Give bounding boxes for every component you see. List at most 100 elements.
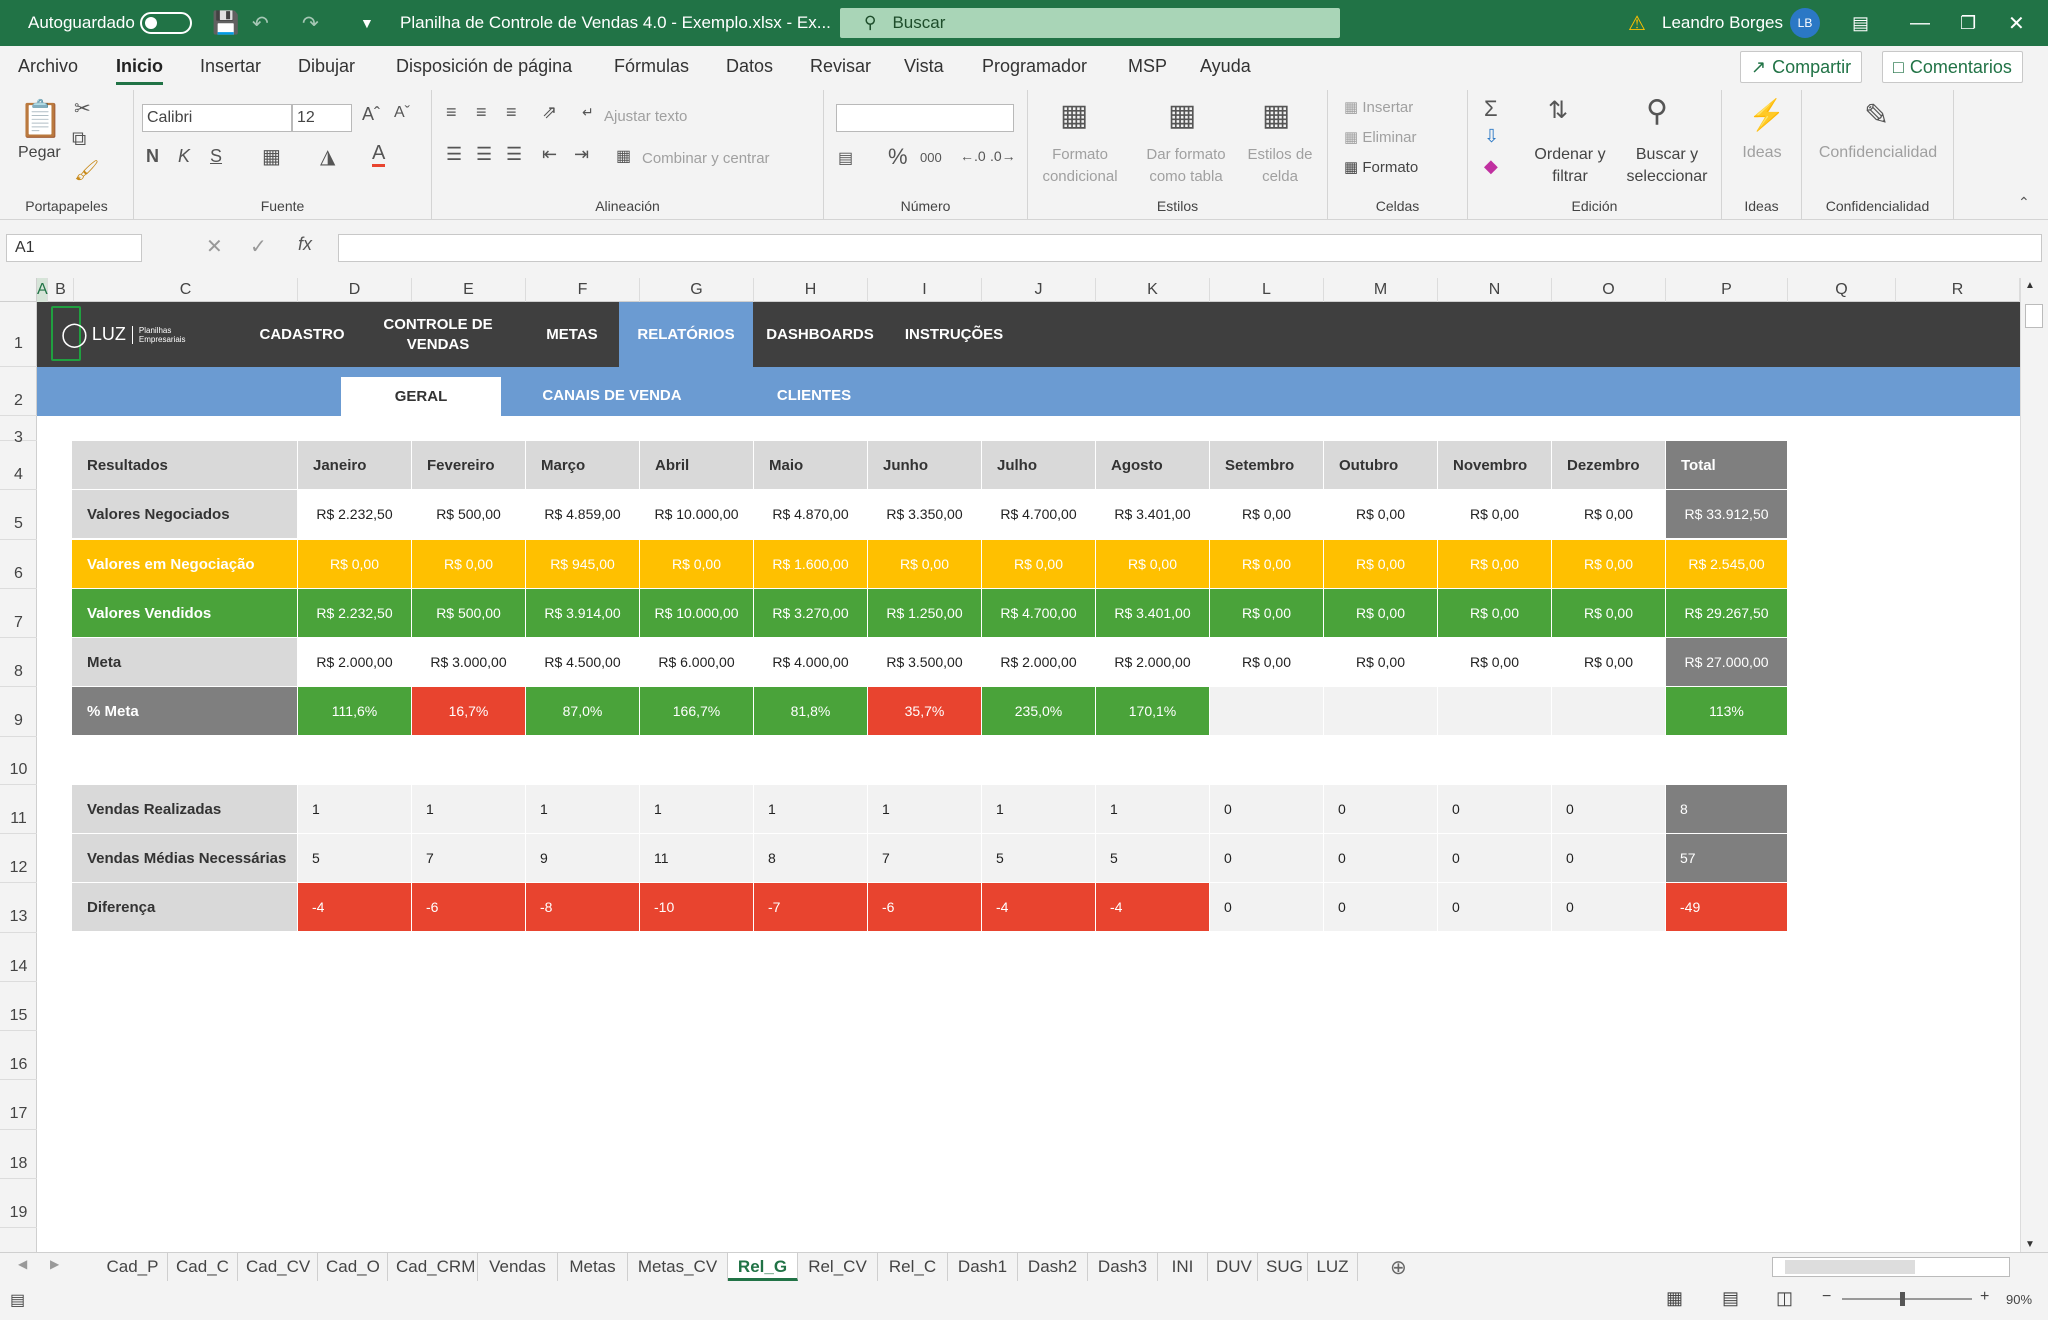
horizontal-scrollbar[interactable] bbox=[1772, 1257, 2010, 1277]
table-cell[interactable]: 81,8% bbox=[754, 687, 868, 736]
column-header[interactable]: O bbox=[1552, 278, 1666, 302]
sheet-tab-cad_crm[interactable]: Cad_CRM bbox=[388, 1253, 478, 1281]
sheet-tab-luz[interactable]: LUZ bbox=[1308, 1253, 1358, 1281]
row-header[interactable]: 17 bbox=[0, 1080, 37, 1130]
scroll-up-icon[interactable]: ▲ bbox=[2025, 280, 2035, 291]
table-cell[interactable]: 35,7% bbox=[868, 687, 982, 736]
sheet-tab-cad_p[interactable]: Cad_P bbox=[98, 1253, 168, 1281]
find-select-icon[interactable]: ⚲ bbox=[1646, 94, 1668, 129]
sheet-tab-sug[interactable]: SUG bbox=[1258, 1253, 1308, 1281]
table-cell[interactable]: 0 bbox=[1438, 834, 1552, 883]
sheet-tab-cad_cv[interactable]: Cad_CV bbox=[238, 1253, 318, 1281]
sheet-tab-cad_o[interactable]: Cad_O bbox=[318, 1253, 388, 1281]
table-cell[interactable]: R$ 0,00 bbox=[1324, 589, 1438, 638]
table-cell[interactable]: R$ 0,00 bbox=[868, 540, 982, 589]
row-header[interactable]: 5 bbox=[0, 490, 37, 540]
cell-styles-button[interactable]: Estilos de celda bbox=[1238, 144, 1322, 188]
paste-button[interactable]: Pegar bbox=[18, 144, 61, 162]
zoom-out-icon[interactable]: − bbox=[1822, 1288, 1831, 1306]
table-cell[interactable]: R$ 3.401,00 bbox=[1096, 589, 1210, 638]
table-header[interactable]: Novembro bbox=[1438, 441, 1552, 490]
table-cell[interactable]: R$ 0,00 bbox=[1552, 638, 1666, 687]
zoom-slider[interactable] bbox=[1842, 1292, 1972, 1306]
table-cell[interactable]: R$ 0,00 bbox=[640, 540, 754, 589]
total-cell[interactable]: -49 bbox=[1666, 883, 1788, 932]
column-header[interactable]: B bbox=[48, 278, 74, 302]
increase-indent-icon[interactable]: ⇥ bbox=[574, 144, 589, 165]
font-family-select[interactable]: Calibri bbox=[142, 104, 292, 132]
table-cell[interactable]: 170,1% bbox=[1096, 687, 1210, 736]
ideas-icon[interactable]: ⚡ bbox=[1748, 98, 1785, 133]
sheet-tab-ini[interactable]: INI bbox=[1158, 1253, 1208, 1281]
sheet-tab-rel_cv[interactable]: Rel_CV bbox=[798, 1253, 878, 1281]
cell-styles-icon[interactable]: ▦ bbox=[1262, 98, 1290, 133]
table-cell[interactable]: 0 bbox=[1324, 785, 1438, 834]
table-cell[interactable] bbox=[1438, 687, 1552, 736]
nav-dashboards[interactable]: DASHBOARDS bbox=[753, 302, 887, 367]
align-right-icon[interactable]: ☰ bbox=[506, 144, 522, 165]
table-cell[interactable]: 0 bbox=[1552, 785, 1666, 834]
decrease-indent-icon[interactable]: ⇤ bbox=[542, 144, 557, 165]
normal-view-icon[interactable]: ▦ bbox=[1666, 1288, 1683, 1309]
total-cell[interactable]: R$ 29.267,50 bbox=[1666, 589, 1788, 638]
table-cell[interactable]: 1 bbox=[412, 785, 526, 834]
table-header[interactable]: Julho bbox=[982, 441, 1096, 490]
row-header[interactable]: 15 bbox=[0, 982, 37, 1031]
name-box[interactable]: A1 bbox=[6, 234, 142, 262]
restore-icon[interactable]: ❐ bbox=[1960, 0, 1976, 46]
table-cell[interactable]: R$ 10.000,00 bbox=[640, 589, 754, 638]
table-cell[interactable]: 1 bbox=[1096, 785, 1210, 834]
insert-function-button[interactable]: fx bbox=[298, 234, 312, 255]
sheet-tab-dash2[interactable]: Dash2 bbox=[1018, 1253, 1088, 1281]
cancel-icon[interactable]: ✕ bbox=[206, 234, 223, 259]
sheet-tab-rel_c[interactable]: Rel_C bbox=[878, 1253, 948, 1281]
table-cell[interactable]: R$ 2.000,00 bbox=[982, 638, 1096, 687]
table-cell[interactable]: 0 bbox=[1210, 834, 1324, 883]
table-cell[interactable]: R$ 500,00 bbox=[412, 490, 526, 539]
table-cell[interactable]: 0 bbox=[1552, 883, 1666, 932]
table-cell[interactable]: R$ 0,00 bbox=[1552, 540, 1666, 589]
table-cell[interactable]: 166,7% bbox=[640, 687, 754, 736]
table-cell[interactable]: 16,7% bbox=[412, 687, 526, 736]
table-header[interactable]: Janeiro bbox=[298, 441, 412, 490]
table-cell[interactable]: -4 bbox=[1096, 883, 1210, 932]
row-label[interactable]: Valores em Negociação bbox=[72, 540, 298, 589]
table-cell[interactable]: R$ 4.700,00 bbox=[982, 490, 1096, 539]
column-header[interactable]: K bbox=[1096, 278, 1210, 302]
thousands-button[interactable]: 000 bbox=[920, 150, 942, 165]
table-cell[interactable]: 1 bbox=[298, 785, 412, 834]
table-cell[interactable]: R$ 0,00 bbox=[412, 540, 526, 589]
row-header[interactable]: 12 bbox=[0, 834, 37, 883]
share-button[interactable]: ↗ Compartir bbox=[1740, 51, 1863, 83]
table-cell[interactable]: 0 bbox=[1210, 883, 1324, 932]
table-cell[interactable]: R$ 0,00 bbox=[1210, 589, 1324, 638]
table-header[interactable]: Agosto bbox=[1096, 441, 1210, 490]
delete-cells-button[interactable]: ▦ Eliminar bbox=[1344, 128, 1417, 146]
align-left-icon[interactable]: ☰ bbox=[446, 144, 462, 165]
sort-filter-button[interactable]: Ordenar y filtrar bbox=[1528, 144, 1612, 188]
table-cell[interactable]: 0 bbox=[1438, 785, 1552, 834]
table-cell[interactable]: 0 bbox=[1210, 785, 1324, 834]
column-header[interactable]: D bbox=[298, 278, 412, 302]
row-header[interactable]: 14 bbox=[0, 933, 37, 982]
confidentiality-button[interactable]: Confidencialidad bbox=[1802, 144, 1954, 162]
format-table-icon[interactable]: ▦ bbox=[1168, 98, 1196, 133]
table-cell[interactable]: 0 bbox=[1438, 883, 1552, 932]
table-cell[interactable]: 9 bbox=[526, 834, 640, 883]
search-box[interactable]: ⚲ Buscar bbox=[840, 8, 1340, 38]
tab-disposicion[interactable]: Disposición de página bbox=[396, 56, 572, 77]
font-color-icon[interactable]: A bbox=[372, 142, 386, 167]
table-cell[interactable]: -10 bbox=[640, 883, 754, 932]
table-cell[interactable]: R$ 2.000,00 bbox=[1096, 638, 1210, 687]
table-cell[interactable]: 1 bbox=[640, 785, 754, 834]
fill-color-icon[interactable]: ◮ bbox=[320, 144, 335, 169]
percent-button[interactable]: % bbox=[888, 144, 908, 170]
row-label[interactable]: % Meta bbox=[72, 687, 298, 736]
nav-instrucoes[interactable]: INSTRUÇÕES bbox=[887, 302, 1021, 367]
table-cell[interactable]: R$ 2.232,50 bbox=[298, 589, 412, 638]
table-cell[interactable]: R$ 0,00 bbox=[1210, 490, 1324, 539]
table-cell[interactable]: R$ 3.350,00 bbox=[868, 490, 982, 539]
table-header[interactable]: Total bbox=[1666, 441, 1788, 490]
table-cell[interactable] bbox=[1324, 687, 1438, 736]
column-header[interactable]: A bbox=[37, 278, 48, 302]
